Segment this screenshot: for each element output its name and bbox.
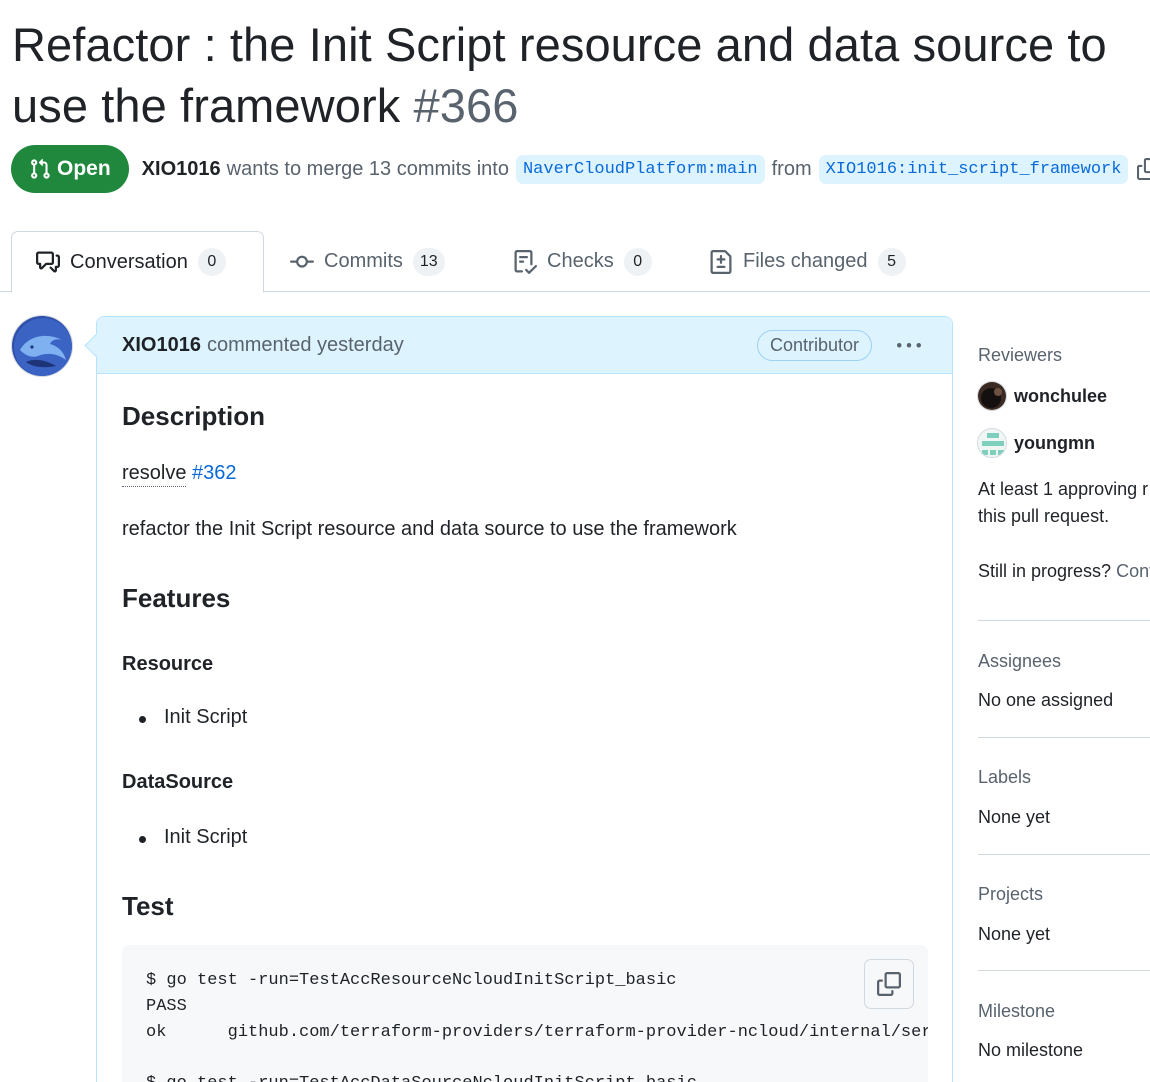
projects-title[interactable]: Projects xyxy=(978,884,1043,905)
reviewer-item[interactable]: youngmn xyxy=(977,428,1095,458)
copy-icon xyxy=(877,972,901,996)
labels-title[interactable]: Labels xyxy=(978,767,1031,788)
sidebar-divider xyxy=(978,854,1150,855)
kebab-horizontal-icon xyxy=(897,343,921,348)
convert-to-draft-link[interactable]: Conv xyxy=(1116,561,1150,581)
tab-checks[interactable]: Checks 0 xyxy=(513,231,652,292)
tab-conversation[interactable]: Conversation 0 xyxy=(11,231,264,293)
assignees-title[interactable]: Assignees xyxy=(978,651,1061,672)
pr-title-text: Refactor : the Init Script resource and … xyxy=(12,18,1107,132)
resolve-line: resolve #362 xyxy=(122,462,237,487)
comment-meta[interactable]: commented yesterday xyxy=(207,334,404,357)
file-diff-icon xyxy=(710,249,732,274)
tab-checks-label: Checks xyxy=(547,250,614,272)
sidebar-divider xyxy=(978,970,1150,971)
reviewer-name: youngmn xyxy=(1014,432,1095,453)
git-pull-request-icon xyxy=(31,158,50,179)
pr-number: #366 xyxy=(413,79,519,132)
avatar xyxy=(977,381,1007,411)
code-block: $ go test -run=TestAccResourceNcloudInit… xyxy=(122,945,928,1082)
resolve-keyword: resolve xyxy=(122,462,187,487)
base-branch[interactable]: NaverCloudPlatform:main xyxy=(515,154,765,184)
tab-files-changed-label: Files changed xyxy=(743,250,868,272)
list-item: Init Script xyxy=(122,826,247,849)
list-item: Init Script xyxy=(122,706,247,729)
comment-options-button[interactable] xyxy=(892,334,926,358)
milestone-value: No milestone xyxy=(978,1040,1084,1060)
state-label: Open xyxy=(57,157,111,180)
sidebar-divider xyxy=(978,737,1150,738)
copy-code-button[interactable] xyxy=(864,959,914,1009)
code-line: ok github.com/terraform-providers/terraf… xyxy=(146,1023,928,1042)
code-line: $ go test -run=TestAccDataSourceNcloudIn… xyxy=(146,1074,697,1082)
pull-request-page: Refactor : the Init Script resource and … xyxy=(0,0,1150,1082)
datasource-heading: DataSource xyxy=(122,771,234,793)
progress-note: Still in progress? Conv xyxy=(978,561,1150,582)
comment-header: XIO1016 commented yesterday Contributor xyxy=(97,317,952,374)
pr-author-link[interactable]: XIO1016 xyxy=(142,158,221,181)
checklist-icon xyxy=(514,249,537,274)
summary-text: refactor the Init Script resource and da… xyxy=(122,518,737,540)
labels-value: None yet xyxy=(978,807,1051,827)
progress-text: Still in progress? xyxy=(978,561,1112,581)
head-branch[interactable]: XIO1016:init_script_framework xyxy=(818,154,1129,184)
comment-discussion-icon xyxy=(36,251,60,273)
merge-text: wants to merge 13 commits into xyxy=(226,157,509,180)
tab-commits[interactable]: Commits 13 xyxy=(290,231,445,292)
comment-author[interactable]: XIO1016 xyxy=(122,334,201,357)
resource-heading: Resource xyxy=(122,653,214,675)
tab-commits-label: Commits xyxy=(324,250,403,272)
features-heading: Features xyxy=(122,583,231,613)
pr-description-comment: XIO1016 commented yesterday Contributor … xyxy=(96,316,953,1082)
reviewers-title[interactable]: Reviewers xyxy=(978,345,1062,366)
test-heading: Test xyxy=(122,891,174,921)
reviewer-avatar-icon xyxy=(978,382,1006,410)
pr-title: Refactor : the Init Script resource and … xyxy=(12,14,1150,136)
avatar xyxy=(977,428,1007,458)
approval-note-line2: this pull request. xyxy=(978,506,1110,526)
code-line: PASS xyxy=(146,997,187,1016)
identicon-icon xyxy=(978,429,1006,457)
pr-tab-bar: Conversation 0 Commits 13 Checks 0 Files… xyxy=(0,231,1150,293)
reviewer-item[interactable]: wonchulee xyxy=(977,381,1107,411)
approval-note-line1: At least 1 approving r xyxy=(978,479,1149,499)
pr-status-row: Open XIO1016 wants to merge 13 commits i… xyxy=(11,145,1150,193)
tab-files-changed-count: 5 xyxy=(877,247,906,276)
git-commit-icon xyxy=(290,255,314,268)
projects-value: None yet xyxy=(978,924,1051,944)
tab-conversation-count: 0 xyxy=(197,248,226,276)
contributor-badge: Contributor xyxy=(757,330,873,361)
dolphin-avatar-icon xyxy=(12,316,72,376)
tab-conversation-label: Conversation xyxy=(70,250,188,273)
reviewer-name: wonchulee xyxy=(1014,385,1108,406)
from-text: from xyxy=(771,157,812,180)
description-heading: Description xyxy=(122,401,266,431)
state-badge: Open xyxy=(11,145,129,193)
avatar[interactable] xyxy=(11,315,73,377)
assignees-value: No one assigned xyxy=(978,690,1114,710)
issue-link[interactable]: #362 xyxy=(192,462,237,484)
sidebar-divider xyxy=(978,620,1150,621)
tab-files-changed[interactable]: Files changed 5 xyxy=(709,231,906,292)
code-line: $ go test -run=TestAccResourceNcloudInit… xyxy=(146,971,677,990)
tab-checks-count: 0 xyxy=(623,247,652,276)
tab-commits-count: 13 xyxy=(412,247,445,276)
milestone-title[interactable]: Milestone xyxy=(978,1001,1055,1022)
copy-icon[interactable] xyxy=(1137,158,1150,180)
